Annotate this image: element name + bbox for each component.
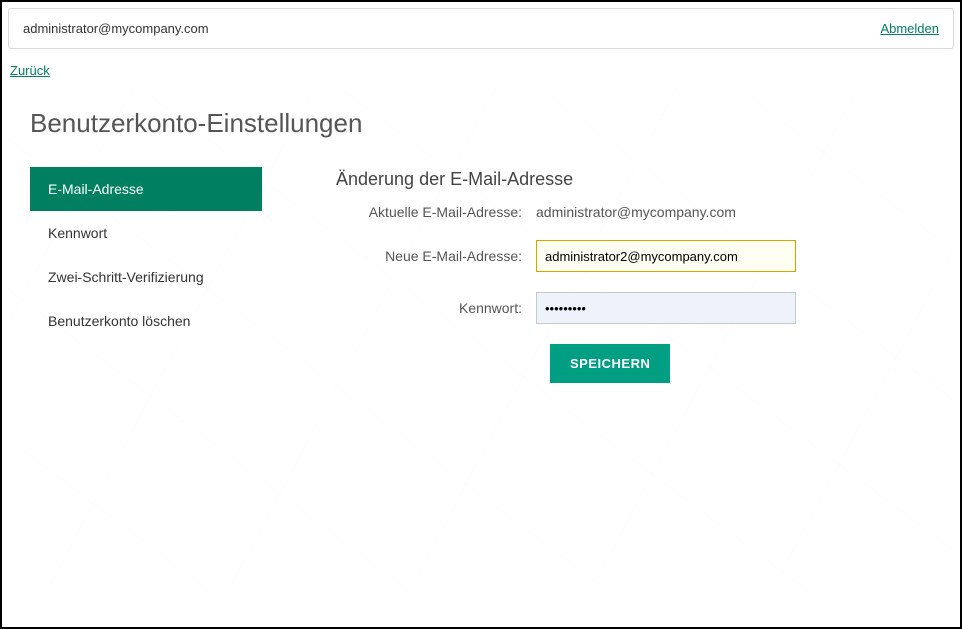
logout-link[interactable]: Abmelden bbox=[880, 21, 939, 36]
submit-row: Speichern bbox=[336, 344, 932, 383]
tab-email-address[interactable]: E-Mail-Adresse bbox=[30, 167, 262, 211]
row-new-email: Neue E-Mail-Adresse: bbox=[336, 240, 932, 272]
tab-label: Zwei-Schritt-Verifizierung bbox=[48, 269, 204, 285]
tab-label: Kennwort bbox=[48, 225, 107, 241]
settings-sidebar: E-Mail-Adresse Kennwort Zwei-Schritt-Ver… bbox=[30, 167, 262, 383]
row-password: Kennwort: bbox=[336, 292, 932, 324]
form-area: Änderung der E-Mail-Adresse Aktuelle E-M… bbox=[262, 167, 932, 383]
tab-two-step-verification[interactable]: Zwei-Schritt-Verifizierung bbox=[30, 255, 262, 299]
save-button[interactable]: Speichern bbox=[550, 344, 670, 383]
password-label: Kennwort: bbox=[336, 300, 536, 316]
current-email-label: Aktuelle E-Mail-Adresse: bbox=[336, 204, 536, 220]
current-user-email: administrator@mycompany.com bbox=[23, 21, 209, 36]
tab-label: E-Mail-Adresse bbox=[48, 181, 144, 197]
new-email-input[interactable] bbox=[536, 240, 796, 272]
password-input[interactable] bbox=[536, 292, 796, 324]
settings-panel: Benutzerkonto-Einstellungen E-Mail-Adres… bbox=[8, 84, 954, 590]
app-frame: administrator@mycompany.com Abmelden Zur… bbox=[0, 0, 962, 629]
top-bar: administrator@mycompany.com Abmelden bbox=[8, 8, 954, 49]
page-title: Benutzerkonto-Einstellungen bbox=[30, 108, 932, 139]
row-current-email: Aktuelle E-Mail-Adresse: administrator@m… bbox=[336, 204, 932, 220]
tab-delete-account[interactable]: Benutzerkonto löschen bbox=[30, 299, 262, 343]
current-email-value: administrator@mycompany.com bbox=[536, 204, 736, 220]
tab-password[interactable]: Kennwort bbox=[30, 211, 262, 255]
section-title: Änderung der E-Mail-Adresse bbox=[336, 169, 932, 190]
tab-label: Benutzerkonto löschen bbox=[48, 313, 190, 329]
new-email-label: Neue E-Mail-Adresse: bbox=[336, 248, 536, 264]
back-link[interactable]: Zurück bbox=[10, 63, 50, 78]
content-area: E-Mail-Adresse Kennwort Zwei-Schritt-Ver… bbox=[30, 167, 932, 383]
